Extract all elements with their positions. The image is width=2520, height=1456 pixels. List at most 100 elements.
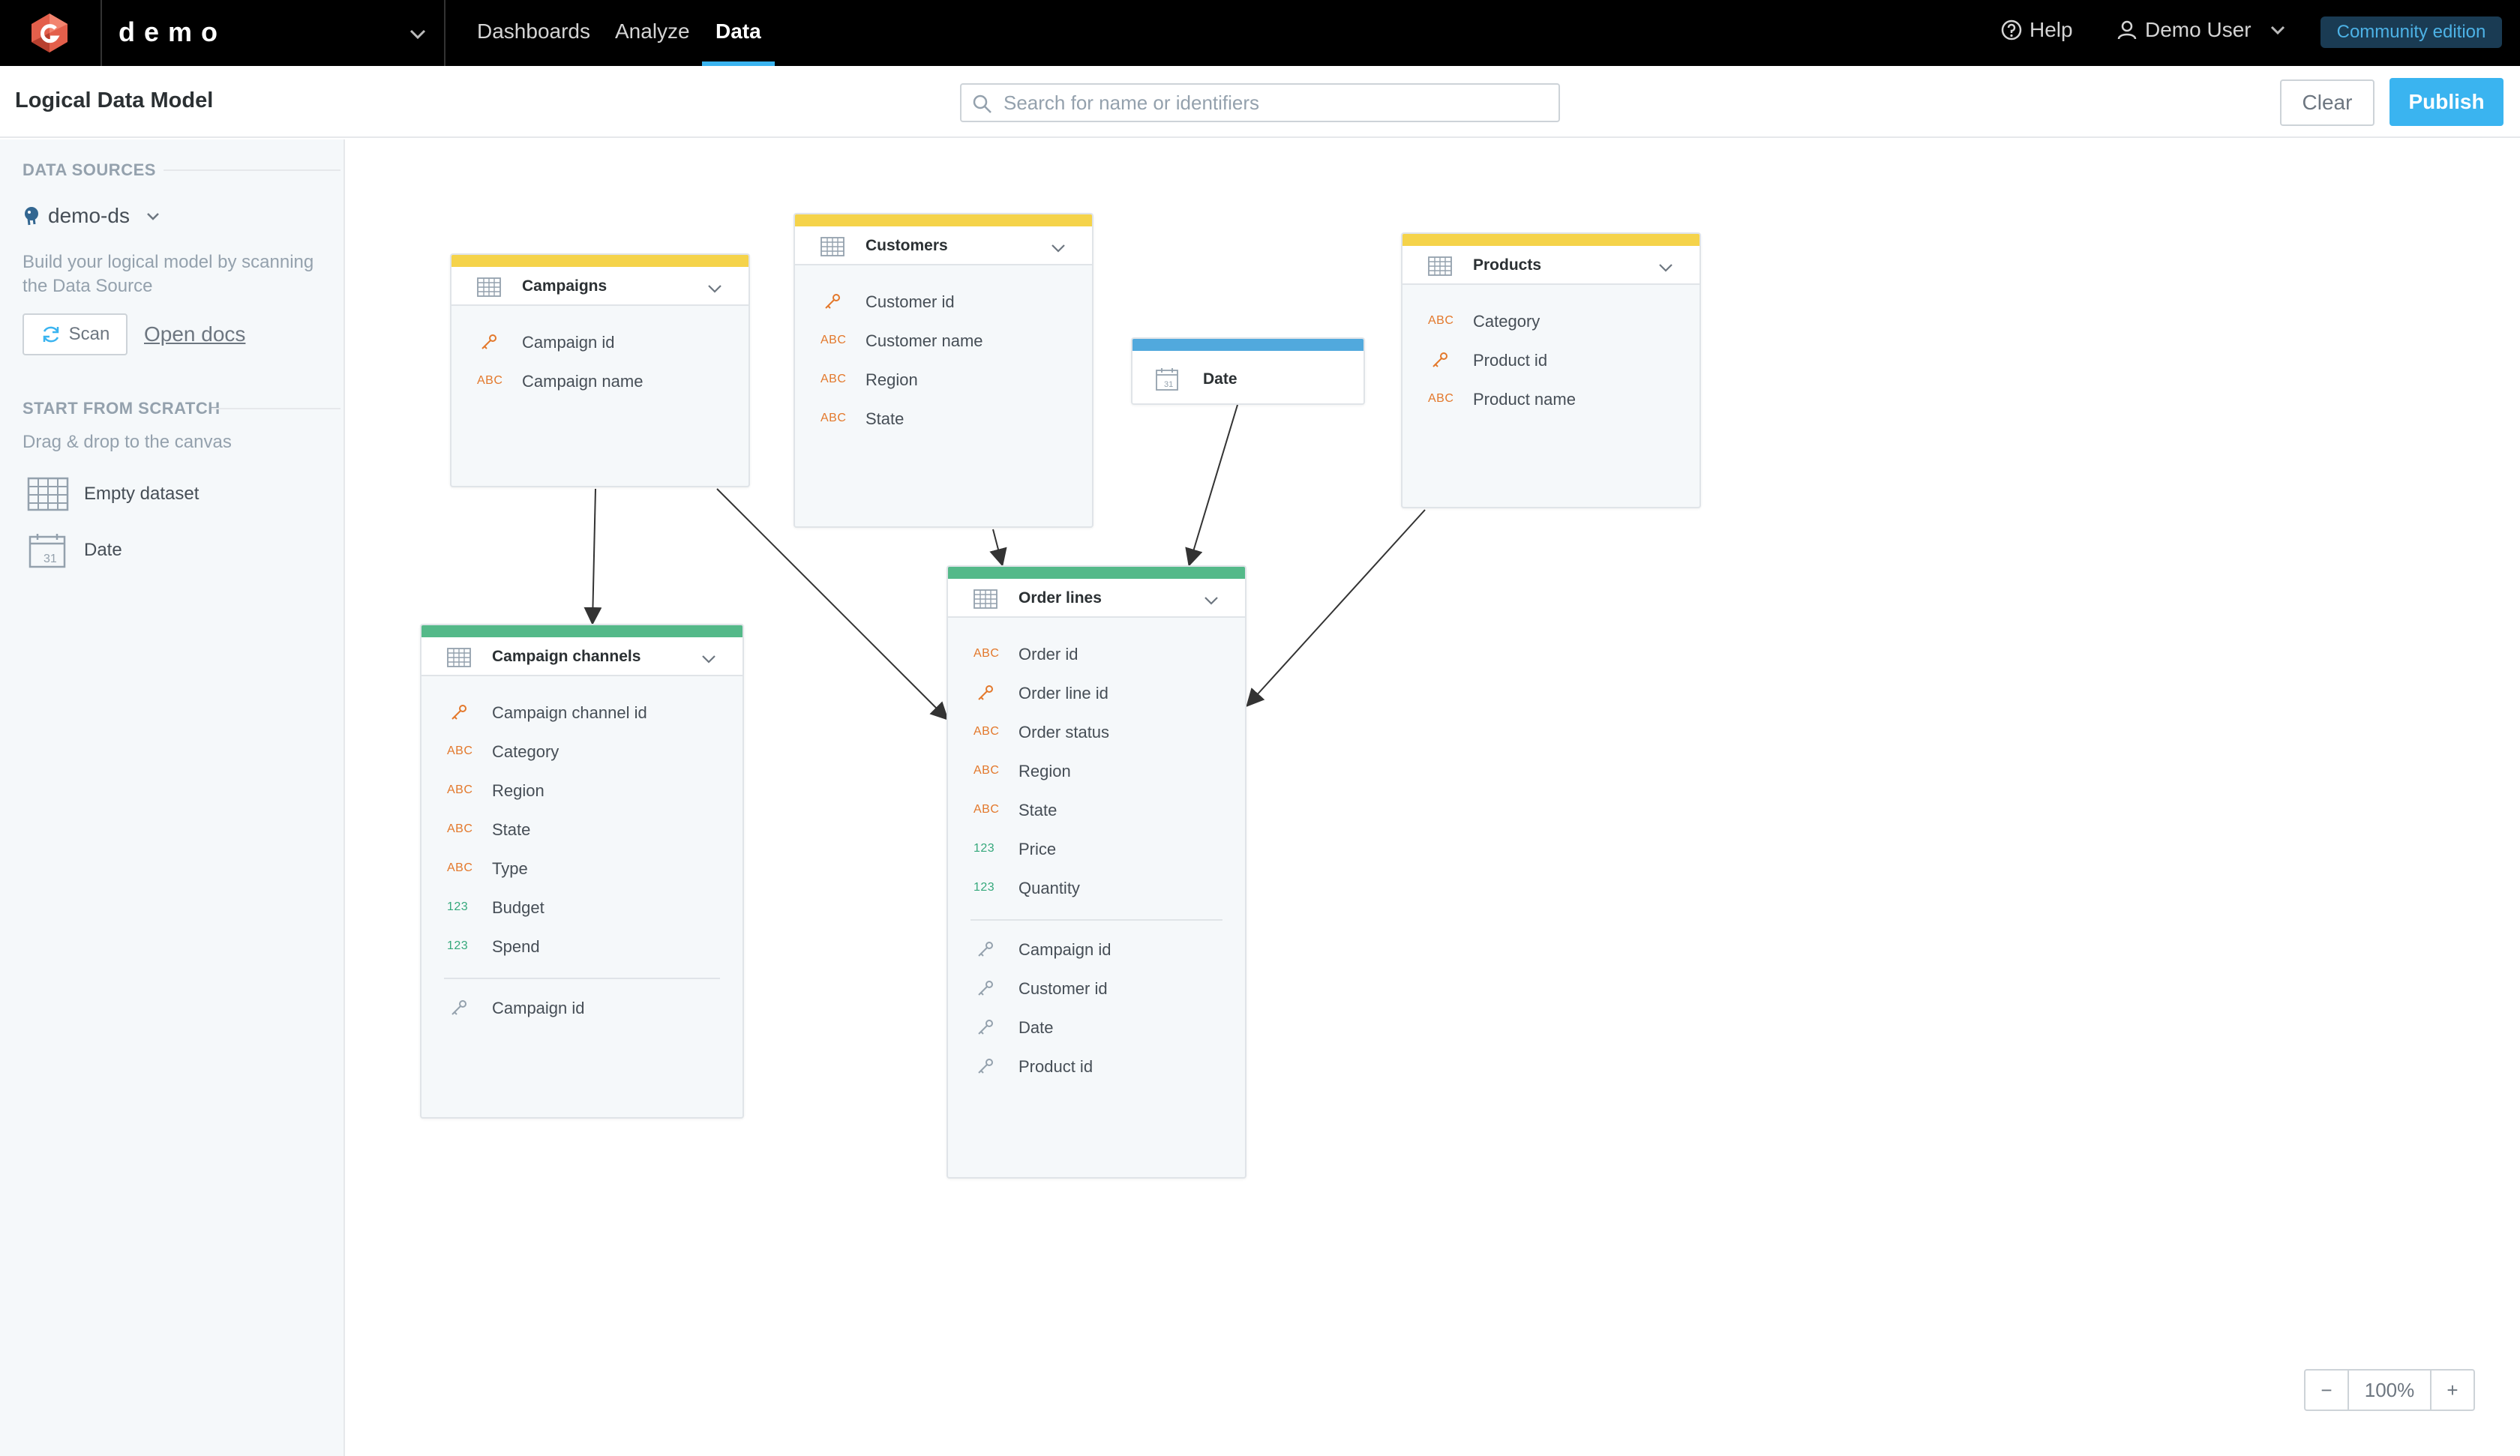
field-row[interactable]: ABC Region — [422, 772, 742, 811]
date-dataset-draggable[interactable]: 31 Date — [27, 532, 122, 568]
scan-button[interactable]: Scan — [22, 313, 128, 355]
field-name: Quantity — [1018, 879, 1080, 897]
field-name: Category — [492, 742, 560, 761]
reference-row[interactable]: Date — [948, 1009, 1245, 1048]
dataset-order-lines[interactable]: Order lines ABC Order id Order line id A… — [946, 565, 1246, 1179]
field-row[interactable]: ABC Region — [795, 361, 1092, 400]
search-box[interactable] — [960, 83, 1560, 122]
field-row[interactable]: ABC Type — [422, 850, 742, 889]
field-name: Campaign id — [1018, 940, 1112, 959]
edition-badge[interactable]: Community edition — [2320, 16, 2502, 48]
field-row[interactable]: ABC Product name — [1402, 381, 1700, 420]
attribute-type-icon: ABC — [447, 822, 473, 835]
zoom-out-button[interactable]: − — [2306, 1371, 2348, 1410]
nav-data[interactable]: Data — [702, 19, 775, 66]
svg-text:31: 31 — [1164, 380, 1173, 389]
zoom-in-button[interactable]: + — [2432, 1371, 2474, 1410]
empty-dataset-label: Empty dataset — [84, 484, 200, 504]
dataset-type-bar — [452, 255, 748, 267]
foreign-key-icon — [978, 1059, 993, 1074]
field-row[interactable]: ABC Order id — [948, 636, 1245, 675]
dataset-campaign-channels[interactable]: Campaign channels Campaign channel id AB… — [420, 624, 744, 1119]
reference-row[interactable]: Campaign id — [422, 990, 742, 1029]
dataset-customers[interactable]: Customers Customer id ABC Customer name … — [794, 213, 1094, 528]
reference-row[interactable]: Campaign id — [948, 931, 1245, 970]
chevron-down-icon[interactable] — [1658, 259, 1674, 276]
table-icon — [477, 277, 501, 297]
workspace-switcher[interactable]: demo — [100, 0, 446, 66]
field-row[interactable]: ABC Region — [948, 753, 1245, 792]
data-source-select[interactable]: demo-ds — [22, 204, 161, 228]
calendar-icon: 31 — [1156, 368, 1178, 391]
field-row[interactable]: ABC State — [422, 811, 742, 850]
divider — [212, 408, 340, 409]
reference-row[interactable]: Product id — [948, 1048, 1245, 1087]
zoom-level: 100% — [2348, 1371, 2432, 1410]
attribute-type-icon: ABC — [974, 725, 1000, 738]
field-row[interactable]: Campaign channel id — [422, 694, 742, 733]
field-row[interactable]: ABC Customer name — [795, 322, 1092, 361]
field-row[interactable]: Order line id — [948, 675, 1245, 714]
nav-analyze[interactable]: Analyze — [615, 19, 690, 66]
primary-key-icon — [482, 334, 496, 349]
field-row[interactable]: Product id — [1402, 342, 1700, 381]
nav-dashboards[interactable]: Dashboards — [477, 19, 590, 66]
search-icon — [973, 94, 992, 113]
open-docs-link[interactable]: Open docs — [144, 322, 245, 346]
dataset-campaigns[interactable]: Campaigns Campaign id ABC Campaign name — [450, 253, 750, 487]
dataset-type-bar — [1132, 339, 1364, 351]
field-row[interactable]: Campaign id — [452, 324, 748, 363]
dataset-title: Products — [1473, 256, 1542, 274]
field-row[interactable]: ABC Order status — [948, 714, 1245, 753]
dataset-date[interactable]: 31 Date — [1131, 337, 1365, 405]
field-row[interactable]: Customer id — [795, 283, 1092, 322]
clear-button[interactable]: Clear — [2280, 79, 2374, 126]
field-row[interactable]: 123 Quantity — [948, 870, 1245, 909]
dataset-title: Date — [1203, 370, 1238, 388]
primary-key-icon — [452, 705, 466, 720]
chevron-down-icon[interactable] — [1050, 240, 1066, 256]
help-icon — [2001, 19, 2022, 40]
field-name: Budget — [492, 898, 544, 917]
field-name: Region — [492, 781, 544, 800]
field-row[interactable]: ABC Category — [1402, 303, 1700, 342]
field-row[interactable]: 123 Budget — [422, 889, 742, 928]
user-menu[interactable]: Demo User — [2116, 18, 2288, 42]
field-row[interactable]: ABC Category — [422, 733, 742, 772]
publish-button[interactable]: Publish — [2390, 78, 2504, 126]
field-name: Order status — [1018, 723, 1110, 741]
divider — [444, 978, 720, 979]
dataset-products[interactable]: Products ABC Category Product id ABC Pro… — [1401, 232, 1701, 508]
empty-dataset-draggable[interactable]: Empty dataset — [27, 477, 199, 511]
field-row[interactable]: ABC State — [948, 792, 1245, 831]
zoom-control: − 100% + — [2304, 1369, 2475, 1411]
chevron-down-icon[interactable] — [700, 651, 717, 667]
field-name: State — [866, 409, 904, 428]
field-row[interactable]: 123 Spend — [422, 928, 742, 967]
foreign-key-icon — [978, 942, 993, 957]
field-row[interactable]: ABC Campaign name — [452, 363, 748, 402]
scan-label: Scan — [68, 324, 110, 344]
field-row[interactable]: 123 Price — [948, 831, 1245, 870]
refresh-icon — [43, 326, 58, 343]
help-link[interactable]: Help — [2001, 18, 2073, 42]
attribute-type-icon: ABC — [820, 412, 847, 424]
primary-key-icon — [825, 294, 840, 309]
user-icon — [2117, 20, 2137, 40]
field-name: Category — [1473, 312, 1540, 331]
chevron-down-icon[interactable] — [706, 280, 723, 297]
divider — [164, 169, 340, 171]
field-name: Region — [866, 370, 918, 389]
app-logo-icon[interactable] — [28, 12, 70, 54]
chevron-down-icon[interactable] — [1203, 592, 1220, 609]
field-name: State — [492, 820, 531, 839]
reference-row[interactable]: Customer id — [948, 970, 1245, 1009]
field-name: Product id — [1473, 351, 1548, 370]
foreign-key-icon — [978, 981, 993, 996]
scratch-hint: Drag & drop to the canvas — [22, 432, 232, 452]
field-name: Price — [1018, 840, 1057, 858]
search-input[interactable] — [1004, 89, 1544, 116]
field-row[interactable]: ABC State — [795, 400, 1092, 439]
fact-type-icon: 123 — [447, 939, 469, 952]
chevron-down-icon — [2270, 25, 2284, 35]
